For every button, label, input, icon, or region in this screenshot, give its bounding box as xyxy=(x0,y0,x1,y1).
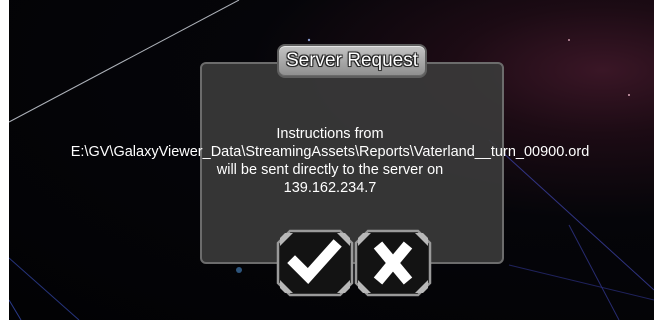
message-file-path: E:\GV\GalaxyViewer_Data\StreamingAssets\… xyxy=(70,144,590,160)
dialog-title: Server Request xyxy=(285,50,418,71)
message-line: will be sent directly to the server on xyxy=(216,162,444,178)
cancel-button[interactable] xyxy=(354,229,432,297)
dialog-title-plate: Server Request xyxy=(277,44,427,78)
x-icon xyxy=(354,229,432,297)
message-line: Instructions from xyxy=(276,126,384,142)
dialog-message: Instructions from E:\GV\GalaxyViewer_Dat… xyxy=(20,125,640,197)
confirm-button[interactable] xyxy=(276,229,354,297)
message-server-address: 139.162.234.7 xyxy=(283,180,377,196)
checkmark-icon xyxy=(276,229,354,297)
